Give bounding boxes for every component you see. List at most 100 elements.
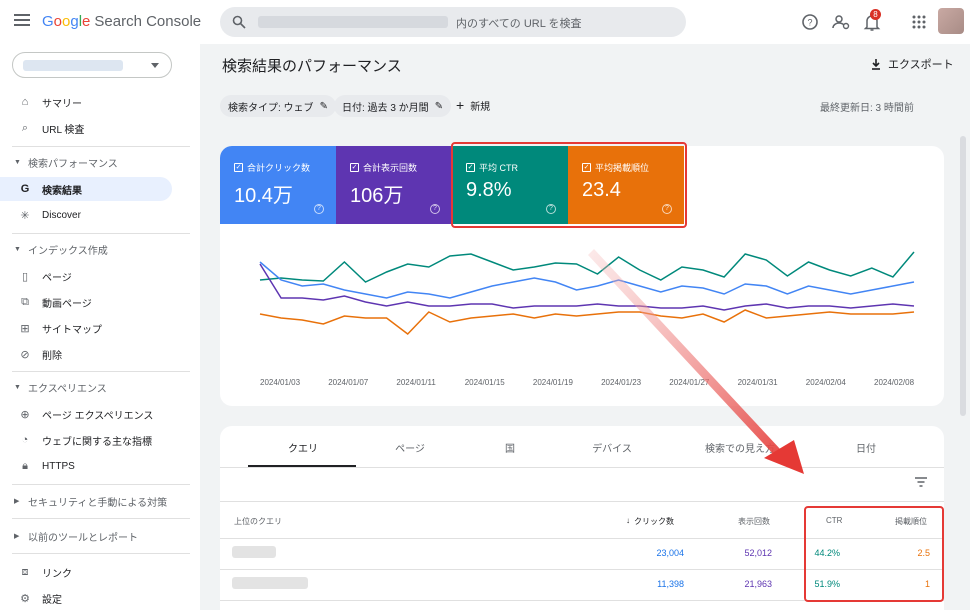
metric-total-impressions[interactable]: ✓ 合計表示回数 106万 ? [336,146,452,224]
filter-chip-search-type[interactable]: 検索タイプ: ウェブ ✎ [220,95,336,117]
query-text-blurred[interactable] [232,546,276,558]
tab-date[interactable]: 日付 [812,440,920,455]
last-updated: 最終更新日: 3 時間前 [820,103,914,114]
sidebar-item-search-results[interactable]: G 検索結果 [0,177,172,201]
divider [12,146,190,147]
x-tick-label: 2024/01/11 [396,378,436,387]
filter-icon[interactable] [914,476,928,488]
checkbox-icon: ✓ [234,163,243,172]
collapse-icon: ▼ [14,383,21,391]
sidebar-item-sitemaps[interactable]: ⊞ サイトマップ [0,316,172,340]
file-icon: ▯ [21,270,29,283]
divider [12,518,190,519]
plus-circle-icon: ⊕ [20,408,30,421]
section-security[interactable]: ▶ セキュリティと手動による対策 [0,491,190,511]
edit-icon: ✎ [434,100,444,112]
section-indexing[interactable]: ▼ インデックス作成 [0,239,190,259]
top-bar: Google Search Console 内のすべての URL を検査 ? 8 [0,0,970,44]
divider [12,484,190,485]
help-icon[interactable]: ? [430,204,440,214]
x-tick-label: 2024/01/07 [328,378,369,387]
sidebar-item-https[interactable]: 🔒︎ HTTPS [0,454,172,478]
apps-grid-icon[interactable] [908,11,930,33]
menu-icon[interactable] [14,14,30,28]
series-line-1 [259,261,915,299]
annotation-highlight-ctr-position-metrics [451,142,687,228]
eye-off-icon: ⊘ [20,348,30,361]
download-icon [872,59,880,70]
search-placeholder: 内のすべての URL を検査 [456,18,582,30]
section-label: インデックス作成 [28,245,108,257]
column-header-clicks[interactable]: ↓ クリック数 [626,516,674,527]
tab-device[interactable]: デバイス [558,440,666,455]
export-button[interactable]: エクスポート [870,56,954,72]
x-tick-label: 2024/01/31 [738,378,779,387]
sort-down-icon: ↓ [626,516,630,525]
sidebar-item-pages[interactable]: ▯ ページ [0,264,172,288]
google-g-icon: G [20,183,30,195]
sidebar-item-label: リンク [42,568,72,580]
notification-badge: 8 [870,9,881,20]
performance-line-chart: 2024/01/03 2024/01/07 2024/01/11 2024/01/15… [259,251,915,387]
divider [220,467,944,468]
sidebar: ⌂ サマリー ⌕ URL 検査 ▼ 検索パフォーマンス G 検索結果 ✳ Discover… [0,44,200,610]
sidebar-item-label: サマリー [42,98,82,110]
tab-search-appearance[interactable]: 検索での見え方 [680,440,800,455]
edit-icon: ✎ [319,100,328,112]
property-selector[interactable] [12,52,172,78]
sidebar-item-removals[interactable]: ⊘ 削除 [0,342,172,366]
user-settings-icon[interactable] [830,11,852,33]
scrollbar[interactable] [960,136,966,416]
expand-icon: ▶ [14,498,20,505]
sidebar-item-discover[interactable]: ✳ Discover [0,203,172,227]
sidebar-item-label: 動画ページ [42,298,92,310]
plus-icon: + [456,97,465,113]
query-text-blurred[interactable] [232,577,308,589]
x-tick-label: 2024/01/15 [465,378,506,387]
tab-country[interactable]: 国 [456,440,564,455]
x-tick-label: 2024/02/04 [806,378,847,387]
section-legacy[interactable]: ▶ 以前のツールとレポート [0,526,190,546]
filter-label: 日付: 過去 3 か月間 [342,102,429,114]
lock-icon: 🔒︎ [22,459,28,472]
sidebar-item-label: HTTPS [42,460,75,472]
metric-total-clicks[interactable]: ✓ 合計クリック数 10.4万 ? [220,146,336,224]
sidebar-item-label: URL 検査 [42,124,85,136]
divider [12,553,190,554]
sidebar-item-settings[interactable]: ⚙ 設定 [0,586,172,610]
svg-text:?: ? [807,18,812,28]
logo[interactable]: Google Search Console [42,13,201,30]
tab-query[interactable]: クエリ [250,440,356,455]
series-line-3 [259,309,915,336]
section-experience[interactable]: ▼ エクスペリエンス [0,377,190,397]
sidebar-item-label: ページ [42,272,72,284]
row-impressions: 21,963 [744,579,772,589]
sidebar-item-video-pages[interactable]: ⧉ 動画ページ [0,290,172,314]
sidebar-item-label: ウェブに関する主な指標 [42,436,152,448]
metric-label: 合計クリック数 [247,163,311,173]
collapse-icon: ▼ [14,245,21,253]
sidebar-item-summary[interactable]: ⌂ サマリー [0,90,172,114]
column-header-impressions[interactable]: 表示回数 [738,516,770,527]
search-icon: ⌕ [21,121,29,134]
help-icon[interactable]: ? [314,204,324,214]
gear-icon: ⚙ [20,592,30,605]
sidebar-item-core-web-vitals[interactable]: ◔ ウェブに関する主な指標 [0,428,172,452]
links-icon: ⧈ [21,565,29,578]
filter-chip-date[interactable]: 日付: 過去 3 か月間 ✎ [334,95,452,117]
row-impressions: 52,012 [744,548,772,558]
search-input[interactable]: 内のすべての URL を検査 [220,7,686,37]
sidebar-item-label: 検索結果 [42,185,82,197]
sidebar-item-label: 削除 [42,350,62,362]
sidebar-item-links[interactable]: ⧈ リンク [0,560,172,584]
section-performance[interactable]: ▼ 検索パフォーマンス [0,152,190,172]
avatar[interactable] [938,8,964,34]
sidebar-item-url-inspection[interactable]: ⌕ URL 検査 [0,116,172,140]
sidebar-item-page-experience[interactable]: ⊕ ページ エクスペリエンス [0,402,172,426]
property-url-blur [258,16,448,28]
help-icon[interactable]: ? [799,11,821,33]
new-filter-button[interactable]: + 新規 [456,97,490,113]
tab-page[interactable]: ページ [356,440,464,455]
metric-value: 10.4万 [234,185,293,207]
sidebar-item-label: ページ エクスペリエンス [42,410,154,422]
